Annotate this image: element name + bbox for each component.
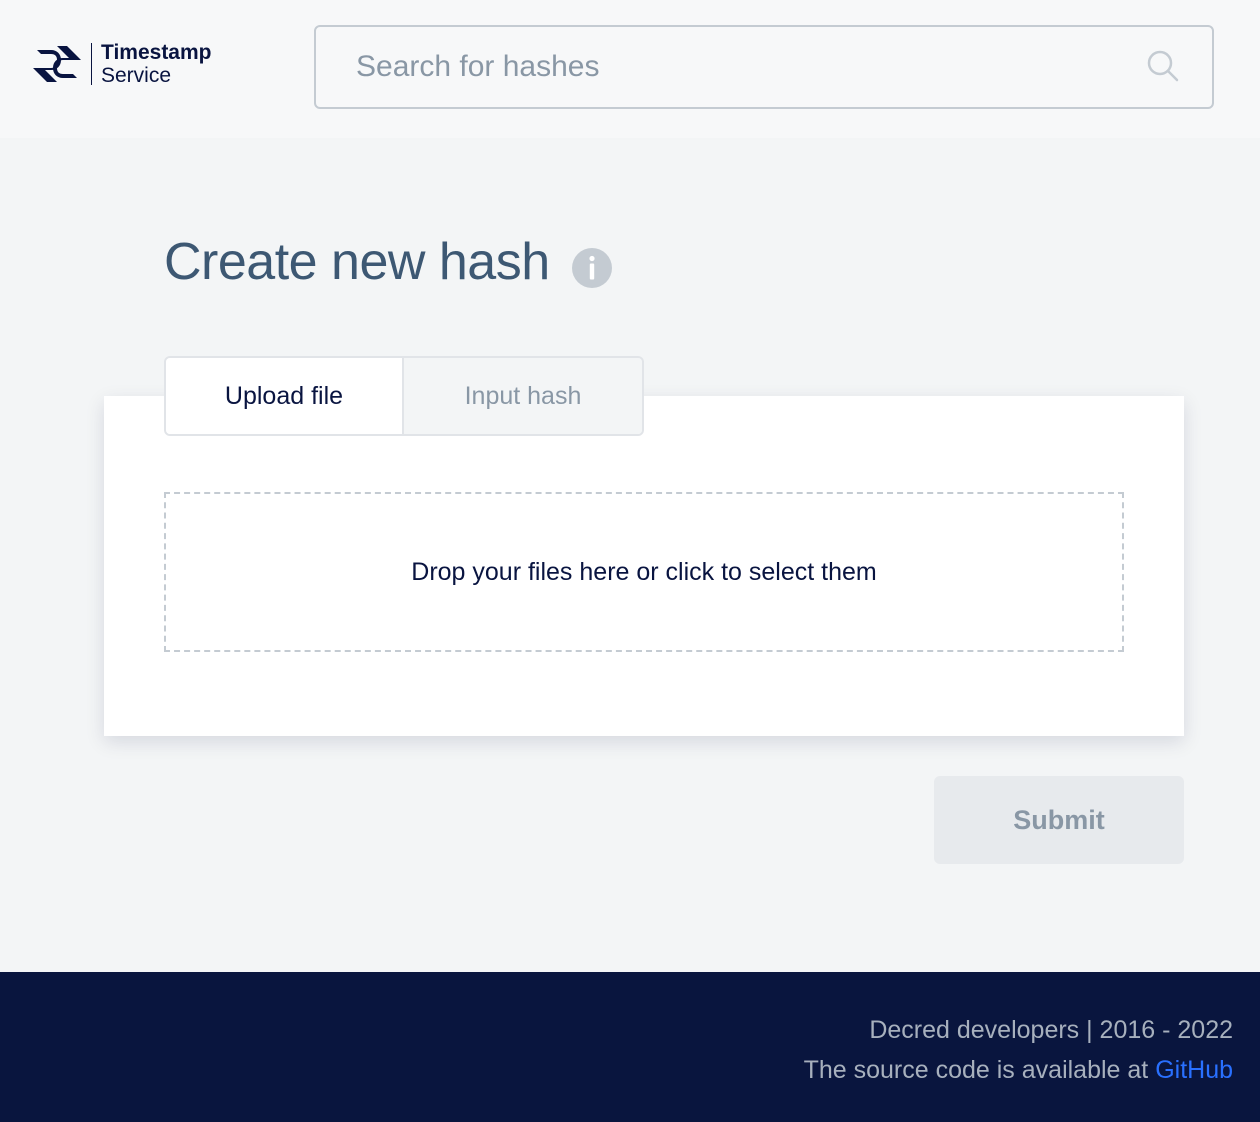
footer-source-text: The source code is available at [803,1056,1156,1084]
footer-copyright: Decred developers | 2016 - 2022 [869,1016,1233,1044]
dropzone-text: Drop your files here or click to select … [411,557,877,586]
tab-input-hash[interactable]: Input hash [404,358,642,434]
header: Timestamp Service [0,0,1260,138]
footer-source: The source code is available at GitHub [804,1056,1233,1085]
search-icon[interactable] [1146,49,1180,83]
logo-subtitle: Service [101,64,172,87]
page-title: Create new hash [164,233,550,291]
footer: Decred developers | 2016 - 2022 The sour… [0,972,1260,1122]
logo[interactable]: Timestamp Service [33,41,212,87]
tab-upload-file[interactable]: Upload file [166,358,404,434]
search-input[interactable] [356,43,1136,91]
decred-logo-icon [33,46,81,82]
logo-text: Timestamp Service [101,41,212,87]
info-icon[interactable] [572,248,612,288]
submit-button[interactable]: Submit [934,776,1184,864]
github-link[interactable]: GitHub [1155,1056,1233,1084]
search-box[interactable] [314,25,1214,109]
logo-divider [91,43,92,85]
logo-title: Timestamp [101,41,212,64]
file-dropzone[interactable]: Drop your files here or click to select … [164,492,1124,652]
tab-bar: Upload file Input hash [164,356,644,436]
